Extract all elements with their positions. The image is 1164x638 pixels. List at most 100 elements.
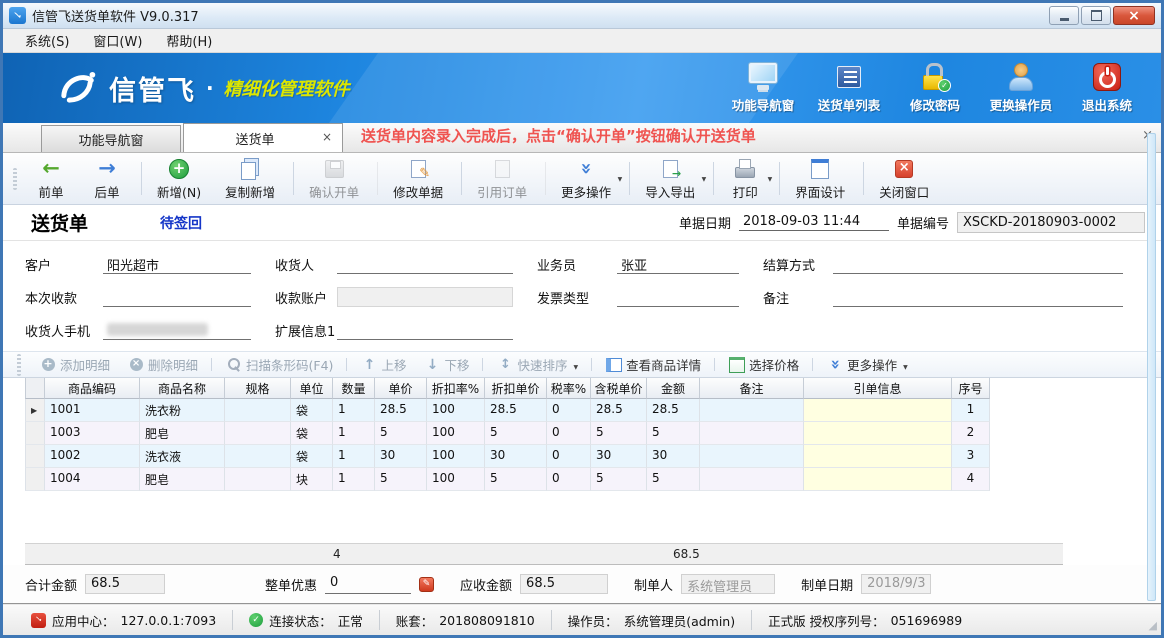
cell-discount-rate[interactable]: 100 xyxy=(427,445,485,468)
cell-unit[interactable]: 袋 xyxy=(291,399,333,422)
cell-note[interactable] xyxy=(700,399,804,422)
toolbar-button[interactable]: 更多操作 xyxy=(553,155,623,203)
column-header[interactable]: 折扣率% xyxy=(427,378,485,399)
cell-product-code[interactable]: 1003 xyxy=(45,422,140,445)
cell-amount[interactable]: 5 xyxy=(647,468,700,491)
cell-price[interactable]: 5 xyxy=(375,468,427,491)
form-field-value[interactable]: 张亚 xyxy=(617,254,739,274)
toolbar-button[interactable]: 关闭窗口 xyxy=(871,155,941,203)
banner-tool-button[interactable]: 送货单列表 xyxy=(813,62,885,114)
cell-tax-rate[interactable]: 0 xyxy=(547,468,591,491)
cell-product-name[interactable]: 洗衣液 xyxy=(140,445,225,468)
toolbar-button[interactable]: 导入导出 xyxy=(637,155,707,203)
cell-discount-rate[interactable]: 100 xyxy=(427,422,485,445)
cell-ref-info[interactable] xyxy=(804,468,952,491)
column-header[interactable]: 单价 xyxy=(375,378,427,399)
maximize-button[interactable] xyxy=(1081,6,1111,25)
detail-toolbar-button[interactable]: 选择价格 xyxy=(720,355,808,374)
cell-ref-info[interactable] xyxy=(804,399,952,422)
cell-amount[interactable]: 5 xyxy=(647,422,700,445)
cell-product-name[interactable]: 肥皂 xyxy=(140,422,225,445)
resize-grip-icon[interactable] xyxy=(1149,619,1157,632)
cell-seq[interactable]: 4 xyxy=(952,468,990,491)
detail-toolbar-button[interactable]: 添加明细 xyxy=(31,355,119,374)
column-header[interactable]: 序号 xyxy=(952,378,990,399)
menu-item[interactable]: 系统(S) xyxy=(13,29,81,52)
cell-product-code[interactable]: 1001 xyxy=(45,399,140,422)
cell-unit[interactable]: 块 xyxy=(291,468,333,491)
column-header[interactable]: 金额 xyxy=(647,378,700,399)
dropdown-arrow-icon[interactable] xyxy=(768,169,773,184)
cell-seq[interactable]: 3 xyxy=(952,445,990,468)
detail-toolbar-button[interactable]: 扫描条形码(F4) xyxy=(217,355,342,374)
form-field-value[interactable] xyxy=(833,254,1123,274)
cell-note[interactable] xyxy=(700,468,804,491)
cell-quantity[interactable]: 1 xyxy=(333,468,375,491)
cell-ref-info[interactable] xyxy=(804,422,952,445)
cell-spec[interactable] xyxy=(225,445,291,468)
right-scroll-strip[interactable] xyxy=(1147,133,1156,601)
row-selector-cell[interactable] xyxy=(25,399,45,422)
footer-field-value[interactable]: 0 xyxy=(325,574,411,594)
toolbar-button[interactable]: 复制新增 xyxy=(217,155,287,203)
form-field-value[interactable] xyxy=(617,287,739,307)
cell-note[interactable] xyxy=(700,445,804,468)
tab-close-icon[interactable] xyxy=(322,130,332,144)
cell-note[interactable] xyxy=(700,422,804,445)
row-selector-cell[interactable] xyxy=(25,445,45,468)
toolbar-button[interactable]: 确认开单 xyxy=(301,155,371,203)
detail-toolbar-button[interactable]: 查看商品详情 xyxy=(597,355,710,374)
cell-ref-info[interactable] xyxy=(804,445,952,468)
menu-item[interactable]: 帮助(H) xyxy=(154,29,224,52)
cell-tax-price[interactable]: 5 xyxy=(591,422,647,445)
cell-seq[interactable]: 2 xyxy=(952,422,990,445)
cell-tax-rate[interactable]: 0 xyxy=(547,399,591,422)
dropdown-arrow-icon[interactable] xyxy=(903,357,908,372)
toolbar-button[interactable]: 引用订单 xyxy=(469,155,539,203)
cell-discount-price[interactable]: 5 xyxy=(485,422,547,445)
cell-tax-price[interactable]: 30 xyxy=(591,445,647,468)
toolbar-button[interactable]: 修改单据 xyxy=(385,155,455,203)
cell-spec[interactable] xyxy=(225,468,291,491)
column-header[interactable]: 折扣单价 xyxy=(485,378,547,399)
detail-toolbar-button[interactable]: 删除明细 xyxy=(119,355,207,374)
table-row[interactable]: 1004 肥皂 块 1 5 100 5 0 5 5 4 xyxy=(25,468,1161,491)
detail-toolbar-button[interactable]: 快速排序 xyxy=(488,355,587,374)
form-field-value[interactable] xyxy=(103,287,251,307)
column-header[interactable]: 商品编码 xyxy=(45,378,140,399)
table-row[interactable]: 1001 洗衣粉 袋 1 28.5 100 28.5 0 28.5 28.5 1 xyxy=(25,399,1161,422)
cell-price[interactable]: 5 xyxy=(375,422,427,445)
table-row[interactable]: 1002 洗衣液 袋 1 30 100 30 0 30 30 3 xyxy=(25,445,1161,468)
form-field-value[interactable] xyxy=(103,320,251,340)
column-header[interactable]: 数量 xyxy=(333,378,375,399)
cell-product-name[interactable]: 洗衣粉 xyxy=(140,399,225,422)
cell-unit[interactable]: 袋 xyxy=(291,422,333,445)
cell-amount[interactable]: 28.5 xyxy=(647,399,700,422)
cell-tax-price[interactable]: 5 xyxy=(591,468,647,491)
cell-spec[interactable] xyxy=(225,399,291,422)
toolbar-button[interactable]: 前单 xyxy=(27,155,79,203)
column-header[interactable]: 单位 xyxy=(291,378,333,399)
row-selector-cell[interactable] xyxy=(25,468,45,491)
toolbar-button[interactable]: 后单 xyxy=(83,155,135,203)
toolbar-button[interactable]: 界面设计 xyxy=(787,155,857,203)
dropdown-arrow-icon[interactable] xyxy=(618,169,623,184)
cell-discount-price[interactable]: 30 xyxy=(485,445,547,468)
form-field-value[interactable] xyxy=(337,320,513,340)
cell-tax-rate[interactable]: 0 xyxy=(547,445,591,468)
toolbar-button[interactable]: 新增(N) xyxy=(149,155,213,203)
banner-tool-button[interactable]: 功能导航窗 xyxy=(727,62,799,114)
form-field-value[interactable] xyxy=(337,254,513,274)
minimize-button[interactable] xyxy=(1049,6,1079,25)
cell-seq[interactable]: 1 xyxy=(952,399,990,422)
cell-quantity[interactable]: 1 xyxy=(333,422,375,445)
cell-price[interactable]: 30 xyxy=(375,445,427,468)
detail-toolbar-button[interactable]: 更多操作 xyxy=(818,355,917,374)
cell-product-code[interactable]: 1002 xyxy=(45,445,140,468)
banner-tool-button[interactable]: 退出系统 xyxy=(1071,62,1143,114)
banner-tool-button[interactable]: 更换操作员 xyxy=(985,62,1057,114)
cell-discount-price[interactable]: 5 xyxy=(485,468,547,491)
column-header[interactable]: 引单信息 xyxy=(804,378,952,399)
table-row[interactable]: 1003 肥皂 袋 1 5 100 5 0 5 5 2 xyxy=(25,422,1161,445)
cell-unit[interactable]: 袋 xyxy=(291,445,333,468)
